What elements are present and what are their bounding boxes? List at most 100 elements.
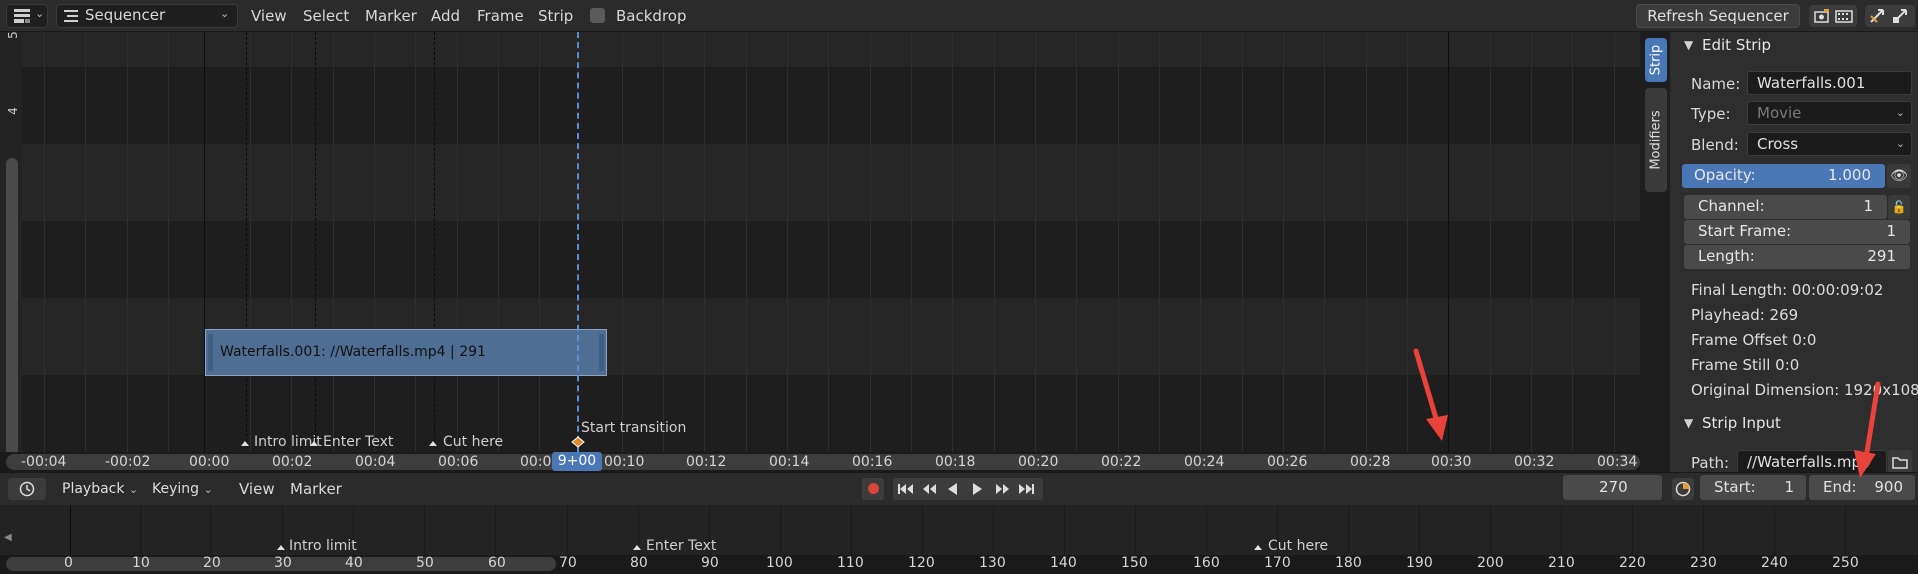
timeline-tick: 0	[64, 555, 73, 571]
marker-triangle-icon[interactable]	[277, 545, 285, 550]
view-mode-label: Sequencer	[85, 6, 166, 24]
timeline-tick: 10	[132, 555, 150, 571]
ruler-tick: 00:18	[935, 454, 976, 470]
strip-left-handle[interactable]	[208, 334, 213, 371]
opacity-slider[interactable]: Opacity: 1.000	[1682, 164, 1885, 188]
gizmo-move-icon[interactable]	[1868, 7, 1888, 25]
ruler-tick: 00:34	[1597, 454, 1638, 470]
eye-icon[interactable]: 👁	[1887, 164, 1911, 188]
marker-triangle-icon[interactable]	[310, 441, 318, 446]
overlay-toggle-icon[interactable]	[1891, 7, 1911, 25]
channel-label-4: 4	[5, 107, 20, 115]
marker-label: Cut here	[443, 434, 504, 450]
timeline-editor-selector[interactable]	[8, 478, 46, 500]
final-length-text: Final Length: 00:00:09:02	[1691, 281, 1884, 299]
timeline-tick: 240	[1761, 555, 1788, 571]
menu-frame[interactable]: Frame	[477, 7, 524, 25]
render-animation-icon[interactable]	[1835, 8, 1853, 24]
backdrop-checkbox[interactable]	[590, 8, 605, 23]
menu-strip[interactable]: Strip	[538, 7, 573, 25]
sidebar-tabs: Strip Modifiers	[1640, 32, 1670, 472]
ruler-tick: 00:12	[686, 454, 727, 470]
ruler-tick: 00:32	[1514, 454, 1555, 470]
refresh-sequencer-button[interactable]: Refresh Sequencer	[1636, 4, 1800, 28]
timeline-tick: 60	[488, 555, 506, 571]
ruler-tick: 00:16	[852, 454, 893, 470]
channel-value: 1	[1863, 197, 1873, 215]
menu-add[interactable]: Add	[431, 7, 460, 25]
playhead-marker-icon[interactable]	[571, 436, 585, 448]
menu-select[interactable]: Select	[303, 7, 349, 25]
timeline-tick: 90	[701, 555, 719, 571]
play-reverse-icon[interactable]	[945, 482, 961, 496]
marker-triangle-icon[interactable]	[429, 441, 437, 446]
edit-strip-header[interactable]: ▼ Edit Strip	[1670, 32, 1918, 60]
marker-label: Start transition	[581, 420, 687, 436]
scene-start-line	[204, 32, 205, 452]
render-still-icon[interactable]	[1813, 8, 1831, 24]
ruler-tick: 00:0	[520, 454, 552, 470]
jump-start-icon[interactable]	[897, 482, 915, 496]
marker-triangle-icon[interactable]	[241, 441, 249, 446]
ruler-tick: 00:30	[1431, 454, 1472, 470]
tab-strip[interactable]: Strip	[1645, 38, 1667, 82]
strip-input-title: Strip Input	[1702, 414, 1781, 432]
menu-marker[interactable]: Marker	[365, 7, 417, 25]
type-label: Type:	[1691, 105, 1731, 123]
jump-keyframe-back-icon[interactable]	[921, 482, 939, 496]
current-time-indicator[interactable]: 9+00	[552, 452, 602, 471]
strip-right-handle[interactable]	[599, 334, 604, 371]
opacity-value: 1.000	[1828, 166, 1871, 184]
length-field[interactable]: Length: 291	[1684, 245, 1910, 269]
vertical-scrollbar[interactable]	[6, 158, 18, 472]
marker-triangle-icon[interactable]	[633, 545, 641, 550]
timeline-menu-view[interactable]: View	[239, 480, 275, 498]
timeline-tick: 100	[766, 555, 793, 571]
timeline-menu-marker[interactable]: Marker	[290, 480, 342, 498]
start-frame-range-field[interactable]: Start: 1	[1700, 475, 1806, 500]
ruler-tick: 00:26	[1267, 454, 1308, 470]
lock-icon[interactable]: 🔓	[1888, 195, 1910, 219]
timeline-tick: 50	[416, 555, 434, 571]
keying-menu[interactable]: Keying ⌄	[146, 478, 220, 500]
channel-row-5	[22, 32, 1640, 67]
tab-modifiers[interactable]: Modifiers	[1645, 88, 1667, 192]
marker-triangle-icon[interactable]	[1254, 545, 1262, 550]
start-frame-field[interactable]: Start Frame: 1	[1684, 220, 1910, 244]
ruler-tick: 00:22	[1101, 454, 1142, 470]
strip-name-input[interactable]: Waterfalls.001	[1747, 71, 1912, 95]
menu-view[interactable]: View	[251, 7, 287, 25]
current-frame-value: 270	[1599, 478, 1628, 496]
timeline-tick: 250	[1832, 555, 1859, 571]
blend-mode-dropdown[interactable]: Cross ⌄	[1747, 132, 1912, 156]
ruler-tick: 00:04	[355, 454, 396, 470]
folder-icon[interactable]	[1888, 450, 1912, 474]
frame-still-text: Frame Still 0:0	[1691, 356, 1800, 374]
chevron-down-icon: ⌄	[203, 483, 213, 496]
playhead-text: Playhead: 269	[1691, 306, 1799, 324]
timeline-tick: 150	[1121, 555, 1148, 571]
collapse-arrow-icon: ▼	[1684, 38, 1694, 52]
playhead-line[interactable]	[577, 32, 579, 452]
scroll-left-icon[interactable]: ◀	[4, 532, 12, 543]
jump-end-icon[interactable]	[1017, 482, 1035, 496]
current-frame-field[interactable]: 270	[1563, 475, 1662, 500]
movie-strip[interactable]: Waterfalls.001: //Waterfalls.mp4 | 291	[205, 329, 607, 376]
editor-type-selector[interactable]: ⌄	[6, 4, 48, 28]
playback-menu[interactable]: Playback ⌄	[52, 478, 144, 500]
preview-range-button[interactable]	[1672, 478, 1694, 500]
edit-strip-title: Edit Strip	[1702, 36, 1772, 54]
jump-keyframe-forward-icon[interactable]	[993, 482, 1011, 496]
sequencer-editor-icon	[14, 9, 30, 23]
sequencer-area[interactable]: 5 4 3 2 1 0 Waterfalls.001: //Waterfalls…	[0, 32, 1640, 472]
view-mode-dropdown[interactable]: Sequencer ⌄	[56, 4, 238, 28]
horizontal-scrollbar[interactable]	[6, 454, 1640, 470]
playback-label: Playback	[62, 481, 125, 497]
start-range-value: 1	[1784, 478, 1794, 496]
render-buttons	[1809, 5, 1857, 27]
strip-type-dropdown[interactable]: Movie ⌄	[1747, 101, 1912, 125]
record-button[interactable]	[862, 478, 884, 500]
play-icon[interactable]	[969, 482, 985, 496]
length-label: Length:	[1698, 247, 1755, 265]
channel-field[interactable]: Channel: 1	[1684, 195, 1887, 219]
